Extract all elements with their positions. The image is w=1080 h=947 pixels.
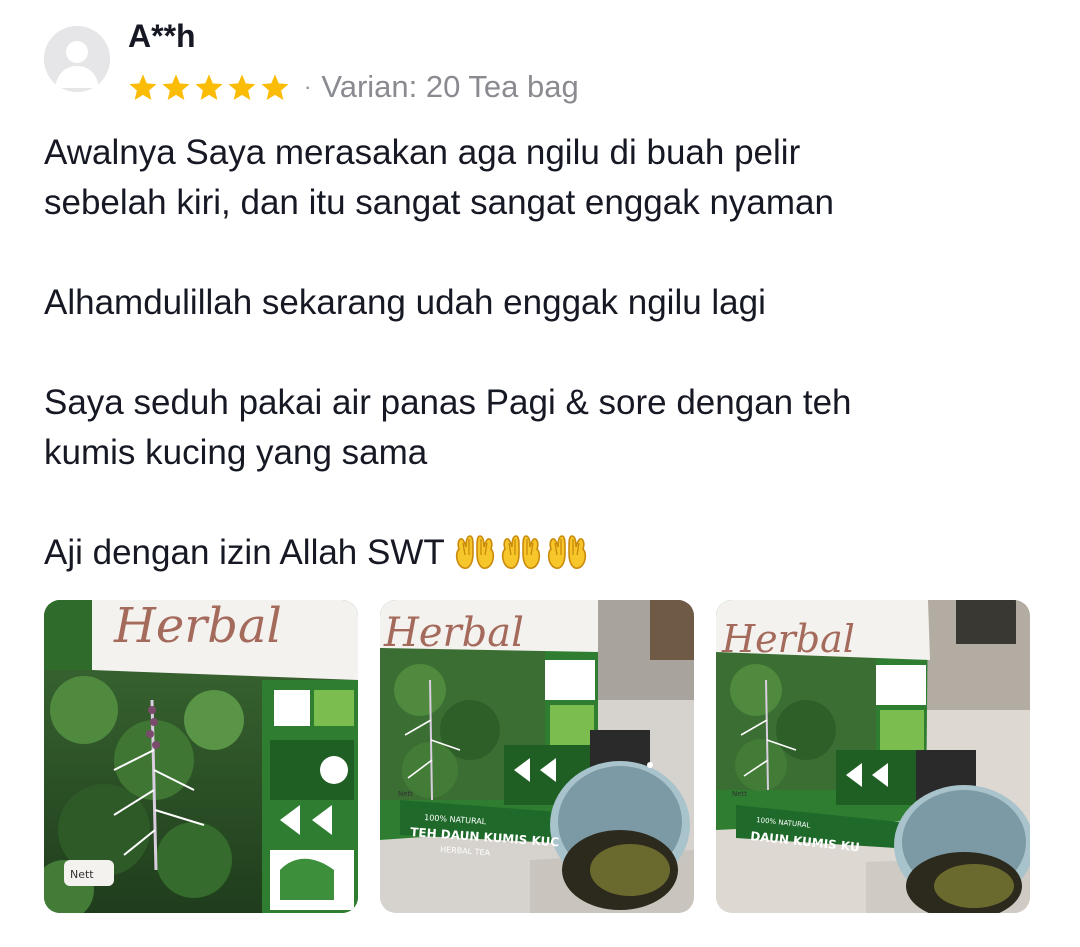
review-photo[interactable]: Herbal Nett: [44, 600, 358, 913]
palms-up-together-emoji: [547, 534, 586, 569]
palms-up-together-emoji: [501, 534, 540, 569]
label-line-1: 100% NATURAL: [756, 816, 811, 830]
nett-text: Nett: [732, 790, 747, 798]
review-photos: Herbal Nett Herbal 100% NATURAL TEH DAUN…: [44, 600, 1030, 913]
star-icon: [194, 73, 224, 102]
brand-text: Herbal: [383, 610, 524, 656]
emoji-group: [453, 533, 589, 571]
review-photo[interactable]: Herbal 100% NATURAL DAUN KUMIS KU Nett: [716, 600, 1030, 913]
variant-label: Varian: 20 Tea bag: [321, 69, 579, 104]
avatar[interactable]: [44, 26, 110, 92]
reviewer-name: A**h: [128, 18, 196, 54]
review-body: Awalnya Saya merasakan aga ngilu di buah…: [44, 128, 1044, 578]
star-icon: [260, 73, 290, 102]
rating-row: · Varian: 20 Tea bag: [128, 66, 579, 108]
review-paragraph: Awalnya Saya merasakan aga ngilu di buah…: [44, 133, 834, 222]
palms-up-together-emoji: [455, 534, 494, 569]
star-icon: [161, 73, 191, 102]
label-line-2: TEH DAUN KUMIS KUC: [410, 825, 560, 849]
label-line-2: DAUN KUMIS KU: [750, 829, 861, 854]
review-paragraph: Saya seduh pakai air panas Pagi & sore d…: [44, 383, 852, 472]
star-icon: [227, 73, 257, 102]
nett-text: Nett: [398, 790, 413, 798]
separator-dot: ·: [304, 74, 312, 99]
nett-text: Nett: [70, 868, 94, 881]
default-avatar-icon: [44, 26, 110, 92]
brand-text: Herbal: [113, 600, 282, 654]
review-photo[interactable]: Herbal 100% NATURAL TEH DAUN KUMIS KUC H…: [380, 600, 694, 913]
star-icon: [128, 73, 158, 102]
photo-text-overlay: Herbal 100% NATURAL DAUN KUMIS KU Nett: [721, 617, 861, 854]
label-line-3: HERBAL TEA: [440, 845, 491, 858]
star-rating: [128, 73, 290, 102]
label-line-1: 100% NATURAL: [424, 813, 487, 826]
review-paragraph: Alhamdulillah sekarang udah enggak ngilu…: [44, 283, 766, 322]
review-last-line: Aji dengan izin Allah SWT: [44, 528, 1044, 578]
photo-text-overlay: Herbal Nett: [70, 600, 282, 881]
review-last-line-text: Aji dengan izin Allah SWT: [44, 533, 445, 572]
brand-text: Herbal: [721, 617, 855, 661]
photo-text-overlay: Herbal 100% NATURAL TEH DAUN KUMIS KUC H…: [383, 610, 560, 858]
